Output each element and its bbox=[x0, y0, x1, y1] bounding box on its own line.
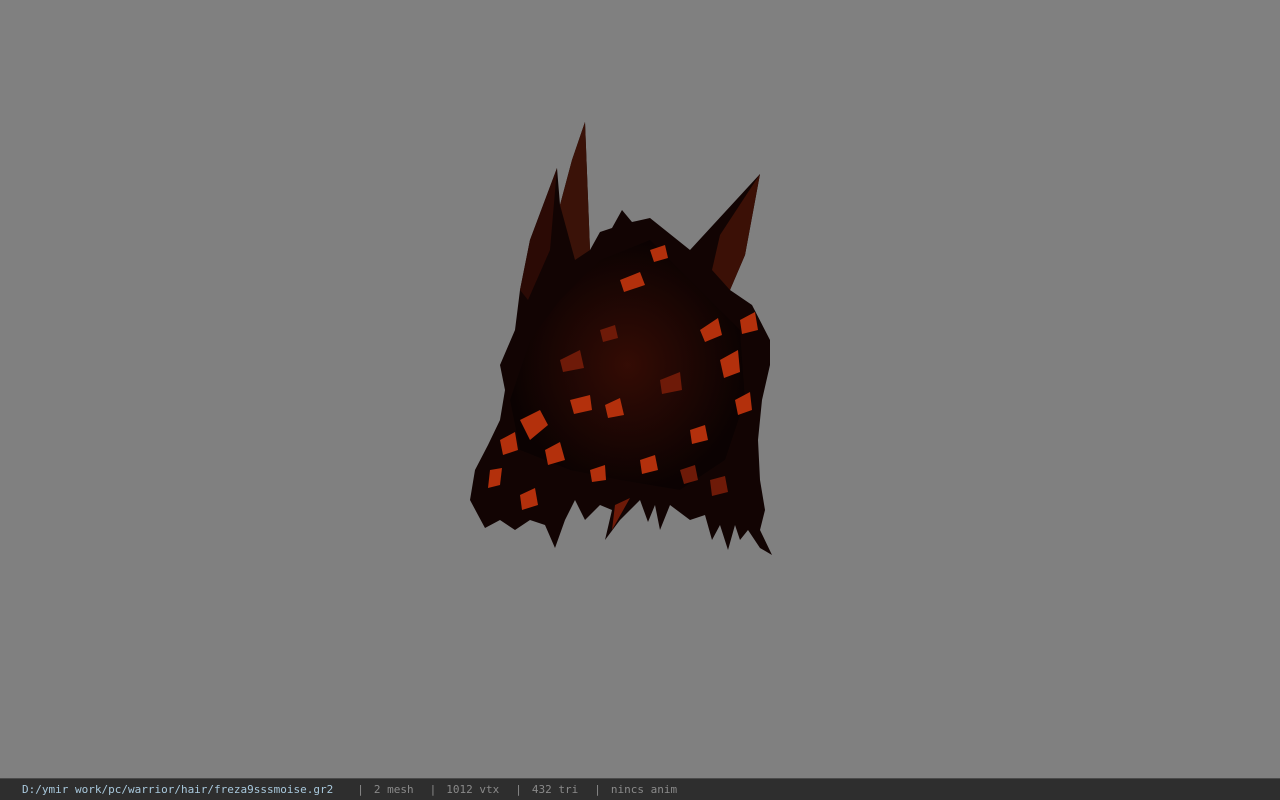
status-separator: | bbox=[357, 783, 364, 796]
file-path: D:/ymir work/pc/warrior/hair/freza9sssmo… bbox=[22, 783, 334, 796]
hair-mesh-model bbox=[470, 122, 772, 555]
vertex-count: 1012 vtx bbox=[446, 783, 500, 796]
status-separator: | bbox=[515, 783, 522, 796]
mesh-count: 2 mesh bbox=[373, 783, 414, 796]
animation-status: nincs anim bbox=[610, 783, 678, 796]
3d-viewport[interactable] bbox=[0, 0, 1280, 778]
status-bar: D:/ymir work/pc/warrior/hair/freza9sssmo… bbox=[0, 778, 1280, 800]
status-separator: | bbox=[429, 783, 437, 796]
status-separator: | bbox=[594, 783, 601, 796]
triangle-count: 432 tri bbox=[531, 783, 579, 796]
